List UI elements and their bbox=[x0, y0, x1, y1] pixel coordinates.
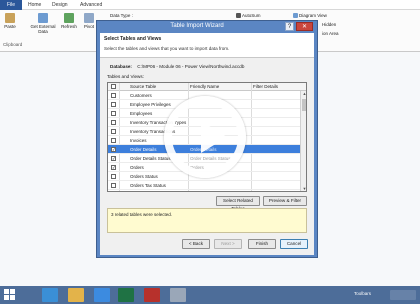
table-row[interactable]: Orders Tax Status bbox=[108, 181, 300, 190]
cancel-button[interactable]: Cancel bbox=[280, 239, 308, 249]
sigma-icon bbox=[236, 13, 241, 19]
checkbox-icon[interactable] bbox=[111, 129, 116, 134]
dialog-header-title: Select Tables and Views bbox=[104, 36, 162, 42]
status-box: 3 related tables were selected. bbox=[107, 208, 307, 233]
calc-area-label: ion Area bbox=[322, 31, 339, 36]
checkbox-icon[interactable]: ✓ bbox=[111, 165, 116, 170]
checkbox-icon[interactable] bbox=[111, 138, 116, 143]
checkbox-icon[interactable] bbox=[111, 174, 116, 179]
close-icon: ✕ bbox=[301, 24, 308, 30]
diagram-view-button[interactable]: Diagram View bbox=[293, 13, 327, 19]
column-source-table[interactable]: Source Table bbox=[130, 83, 156, 91]
row-source-table: Privileges bbox=[130, 190, 150, 191]
tab-home[interactable]: Home bbox=[28, 0, 41, 10]
dialog-title: Table Import Wizard bbox=[170, 23, 224, 29]
tab-design[interactable]: Design bbox=[52, 0, 68, 10]
checkbox-icon[interactable] bbox=[111, 111, 116, 116]
autosum-label: AutoSum bbox=[242, 13, 261, 18]
back-button[interactable]: < Back bbox=[182, 239, 210, 249]
system-tray[interactable] bbox=[390, 290, 416, 300]
play-icon[interactable] bbox=[164, 96, 246, 178]
grid-scrollbar[interactable]: ▲ ▼ bbox=[300, 91, 306, 191]
tables-and-views-label: Tables and Views: bbox=[107, 74, 144, 79]
ie-icon[interactable] bbox=[94, 288, 110, 302]
checkbox-icon[interactable]: ✓ bbox=[111, 147, 116, 152]
get-external-data-icon bbox=[38, 13, 48, 23]
tab-advanced[interactable]: Advanced bbox=[80, 0, 102, 10]
select-related-tables-button[interactable]: Select Related Tables bbox=[216, 196, 260, 211]
pivot-icon bbox=[84, 13, 94, 23]
finish-button[interactable]: Finish bbox=[248, 239, 276, 249]
next-button[interactable]: Next > bbox=[214, 239, 242, 249]
scroll-thumb[interactable] bbox=[302, 99, 306, 111]
checkbox-icon[interactable]: ✓ bbox=[111, 156, 116, 161]
database-path: C:\MP06 - Module 06 - Power View\Northwi… bbox=[137, 64, 245, 69]
row-source-table: Order Details Status bbox=[130, 156, 171, 161]
hidden-label: Hidden bbox=[322, 22, 337, 27]
dialog-header-subtitle: Select the tables and views that you wan… bbox=[104, 46, 230, 51]
column-filter-details[interactable]: Filter Details bbox=[253, 83, 278, 91]
help-icon: ? bbox=[287, 24, 292, 30]
row-source-table: Orders Status bbox=[130, 174, 158, 179]
access-icon[interactable] bbox=[144, 288, 160, 302]
checkbox-icon[interactable] bbox=[111, 120, 116, 125]
paste-icon bbox=[5, 13, 15, 23]
toolbars-label[interactable]: Toolbars bbox=[354, 291, 371, 296]
database-row: Database: C:\MP06 - Module 06 - Power Vi… bbox=[110, 64, 244, 69]
row-source-table: Orders bbox=[130, 165, 144, 170]
get-external-data-label: Get External Data bbox=[30, 24, 56, 34]
row-source-table: Invoices bbox=[130, 138, 147, 143]
row-source-table: Order Details bbox=[130, 147, 157, 152]
play-triangle bbox=[201, 121, 227, 153]
refresh-button[interactable]: Refresh bbox=[60, 13, 78, 29]
autosum-button[interactable]: AutoSum bbox=[236, 13, 261, 19]
pivot-label: Pivot bbox=[83, 24, 94, 29]
scroll-down-icon[interactable]: ▼ bbox=[302, 186, 306, 191]
get-external-data-button[interactable]: Get External Data bbox=[30, 13, 56, 34]
tab-file[interactable]: File bbox=[0, 0, 22, 10]
tool-icon[interactable] bbox=[170, 288, 186, 302]
grid-header: Source Table Friendly Name Filter Detail… bbox=[108, 83, 306, 91]
column-friendly-name[interactable]: Friendly Name bbox=[190, 83, 219, 91]
arrow-app-icon[interactable] bbox=[42, 288, 58, 302]
help-button[interactable]: ? bbox=[285, 22, 294, 31]
close-button[interactable]: ✕ bbox=[296, 22, 313, 31]
explorer-icon[interactable] bbox=[68, 288, 84, 302]
screen: File Home Design Advanced Paste Get Exte… bbox=[0, 0, 420, 304]
diagram-view-label: Diagram View bbox=[299, 13, 327, 18]
data-type-label: Data Type : bbox=[110, 13, 133, 18]
paste-button[interactable]: Paste bbox=[2, 13, 18, 29]
checkbox-icon[interactable] bbox=[111, 102, 116, 107]
pivot-button[interactable]: Pivot bbox=[81, 13, 97, 29]
paste-label: Paste bbox=[4, 24, 16, 29]
row-source-table: Orders Tax Status bbox=[130, 183, 166, 188]
diagram-icon bbox=[293, 13, 298, 19]
row-source-table: Customers bbox=[130, 93, 152, 98]
table-row[interactable]: Privileges bbox=[108, 190, 300, 191]
select-all-checkbox[interactable] bbox=[111, 84, 116, 89]
refresh-icon bbox=[64, 13, 74, 23]
ribbon-tabs: File Home Design Advanced bbox=[0, 0, 420, 10]
dialog-titlebar[interactable]: Table Import Wizard ? ✕ bbox=[97, 21, 317, 33]
scroll-up-icon[interactable]: ▲ bbox=[302, 91, 306, 96]
preview-filter-button[interactable]: Preview & Filter bbox=[263, 196, 307, 206]
checkbox-icon[interactable] bbox=[111, 93, 116, 98]
start-icon[interactable] bbox=[4, 289, 16, 301]
dialog-header: Select Tables and Views Select the table… bbox=[100, 33, 314, 58]
status-text: 3 related tables were selected. bbox=[111, 212, 173, 217]
group-clipboard-label: Clipboard bbox=[3, 42, 23, 47]
row-source-table: Employee Privileges bbox=[130, 102, 171, 107]
row-source-table: Employees bbox=[130, 111, 153, 116]
checkbox-icon[interactable] bbox=[111, 183, 116, 188]
database-label: Database: bbox=[110, 64, 132, 69]
refresh-label: Refresh bbox=[61, 24, 77, 29]
excel-icon[interactable] bbox=[118, 288, 134, 302]
taskbar: Toolbars bbox=[0, 286, 420, 304]
